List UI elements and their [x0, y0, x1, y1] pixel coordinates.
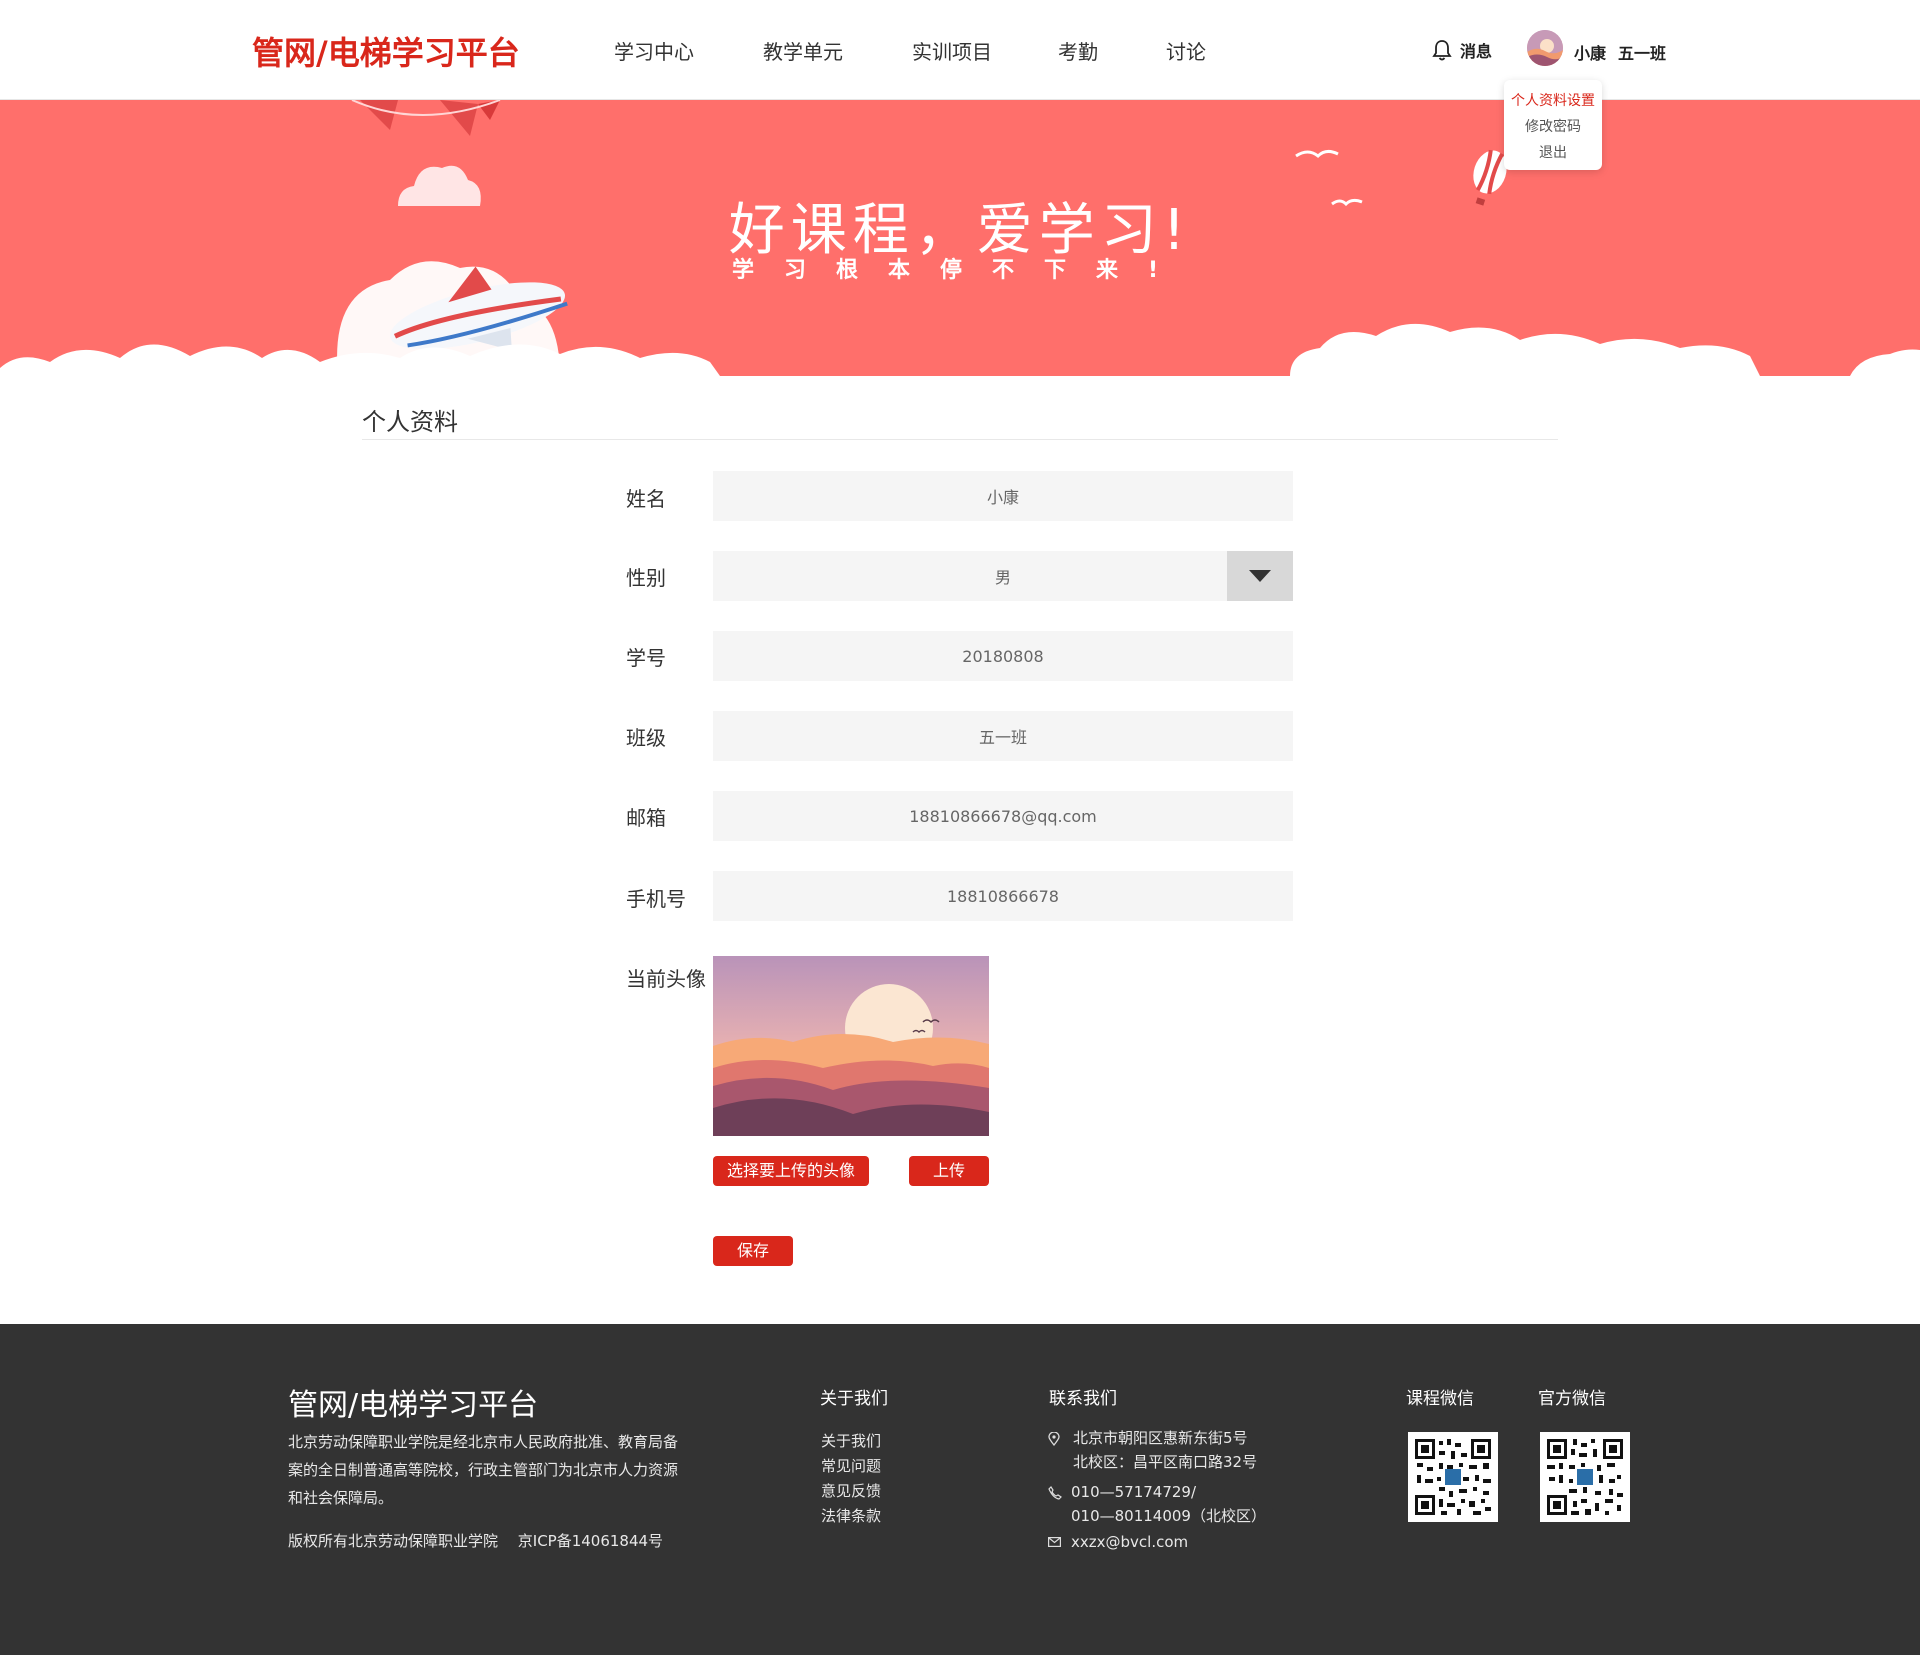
footer-description: 北京劳动保障职业学院是经北京市人民政府批准、教育局备案的全日制普通高等院校，行政… [288, 1433, 679, 1507]
footer-link-legal[interactable]: 法律条款 [821, 1505, 881, 1526]
site-logo[interactable]: 管网/电梯学习平台 [252, 28, 520, 74]
contact-heading: 联系我们 [1049, 1389, 1117, 1409]
save-button[interactable]: 保存 [713, 1236, 793, 1266]
site-footer: 管网/电梯学习平台 北京劳动保障职业学院是经北京市人民政府批准、教育局备案的全日… [0, 1324, 1920, 1655]
top-header: 管网/电梯学习平台 学习中心 教学单元 实训项目 考勤 讨论 消息 小康 五一班 [0, 0, 1920, 100]
phone-line-1: 010—57174729/ [1071, 1483, 1197, 1501]
phone-label: 手机号 [626, 887, 686, 911]
nav-learning-center[interactable]: 学习中心 [614, 36, 694, 65]
banner-subtitle: 学习根本停不下来! [731, 258, 1189, 283]
official-wechat-qr-code [1540, 1432, 1630, 1522]
course-wechat-qr-code [1408, 1432, 1498, 1522]
phone-icon [1048, 1486, 1062, 1500]
user-avatar[interactable] [1527, 30, 1563, 66]
nav-discussion[interactable]: 讨论 [1166, 36, 1206, 65]
nav-training-projects[interactable]: 实训项目 [912, 36, 992, 65]
user-dropdown-menu: 个人资料设置 修改密码 退出 [1504, 80, 1602, 170]
footer-link-about[interactable]: 关于我们 [821, 1430, 881, 1451]
current-avatar-image [713, 956, 989, 1136]
nav-attendance[interactable]: 考勤 [1058, 36, 1098, 65]
phone-field[interactable]: 18810866678 [713, 871, 1293, 921]
address-line-1: 北京市朝阳区惠新东街5号 [1073, 1429, 1248, 1447]
menu-item-change-password[interactable]: 修改密码 [1504, 114, 1602, 140]
name-field[interactable]: 小康 [713, 471, 1293, 521]
class-field[interactable]: 五一班 [713, 711, 1293, 761]
avatar-label: 当前头像 [626, 967, 706, 991]
gender-select[interactable]: 男 [713, 551, 1293, 601]
class-label: 班级 [626, 726, 666, 750]
messages-button[interactable]: 消息 [1432, 38, 1492, 62]
user-class: 五一班 [1618, 44, 1667, 63]
upload-button[interactable]: 上传 [909, 1156, 989, 1186]
contact-email[interactable]: xxzx@bvcl.com [1071, 1530, 1188, 1554]
email-label: 邮箱 [626, 806, 666, 830]
messages-label: 消息 [1460, 42, 1493, 61]
caret-down-icon [1249, 570, 1271, 582]
choose-avatar-button[interactable]: 选择要上传的头像 [713, 1156, 869, 1186]
official-wechat-heading: 官方微信 [1538, 1389, 1606, 1409]
footer-link-feedback[interactable]: 意见反馈 [821, 1480, 881, 1501]
student-id-field[interactable]: 20180808 [713, 631, 1293, 681]
bell-icon [1432, 40, 1452, 61]
phone-line-2: 010—80114009（北校区） [1071, 1507, 1266, 1525]
user-name[interactable]: 小康 [1574, 40, 1606, 64]
dropdown-toggle[interactable] [1227, 551, 1293, 601]
footer-title: 管网/电梯学习平台 [288, 1388, 539, 1423]
student-id-label: 学号 [626, 646, 666, 670]
hero-banner: 好课程，爱学习! 学习根本停不下来! [0, 100, 1920, 376]
course-wechat-heading: 课程微信 [1406, 1389, 1474, 1409]
gender-label: 性别 [626, 566, 666, 590]
name-label: 姓名 [626, 487, 666, 511]
footer-link-faq[interactable]: 常见问题 [821, 1455, 881, 1476]
menu-item-profile-settings[interactable]: 个人资料设置 [1504, 88, 1602, 114]
address-line-2: 北校区：昌平区南口路32号 [1073, 1453, 1258, 1471]
email-icon [1048, 1537, 1061, 1547]
page-title: 个人资料 [362, 408, 458, 436]
email-field[interactable]: 18810866678@qq.com [713, 791, 1293, 841]
about-heading: 关于我们 [820, 1389, 888, 1409]
menu-item-logout[interactable]: 退出 [1504, 140, 1602, 166]
footer-copyright: 版权所有北京劳动保障职业学院 京ICP备14061844号 [288, 1532, 664, 1550]
location-icon [1048, 1432, 1060, 1446]
gender-value: 男 [994, 568, 1011, 587]
nav-teaching-units[interactable]: 教学单元 [763, 36, 843, 65]
title-divider [362, 439, 1558, 440]
